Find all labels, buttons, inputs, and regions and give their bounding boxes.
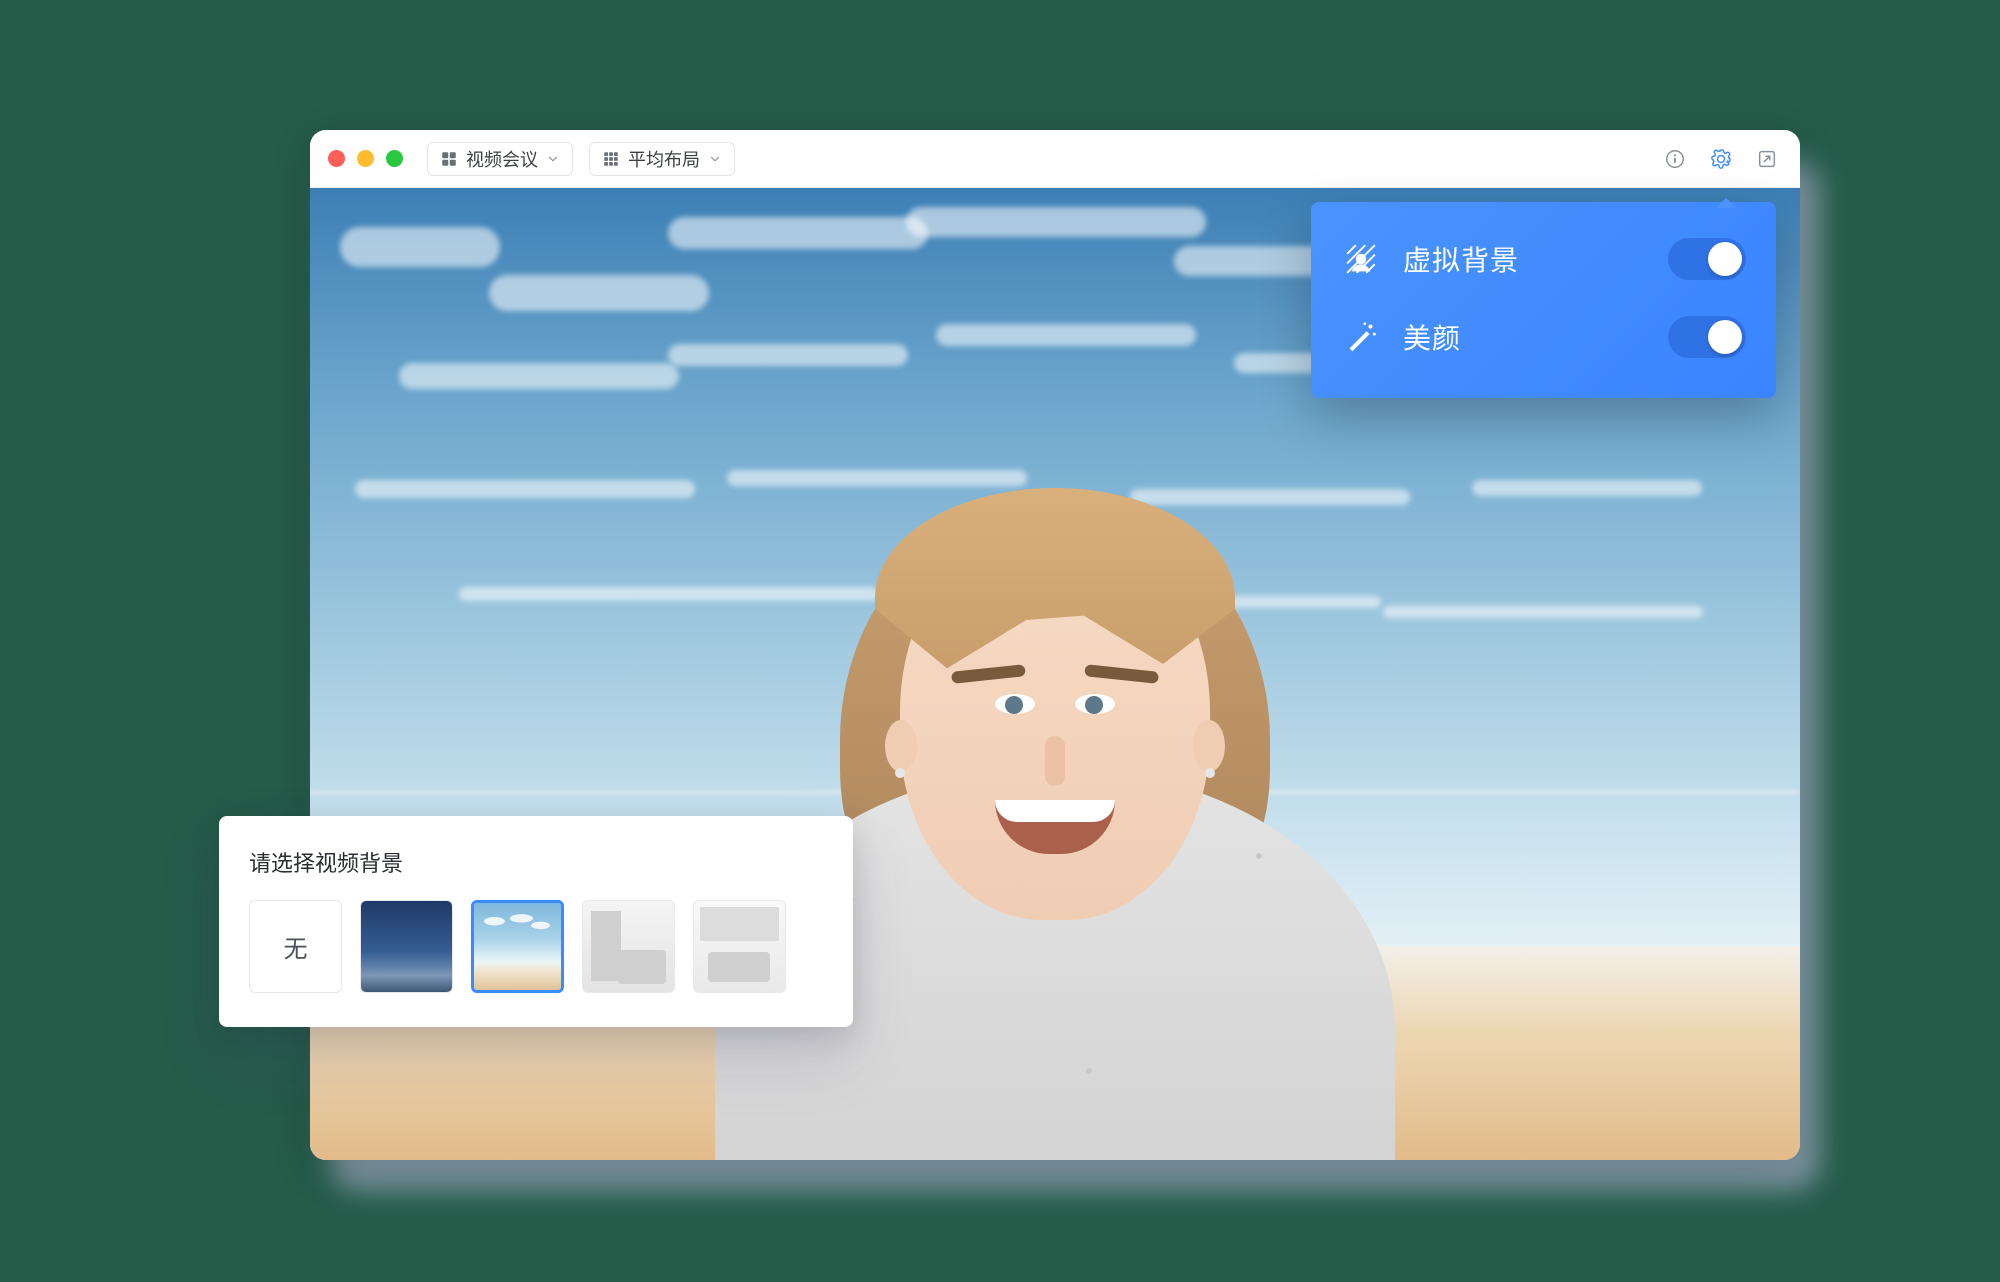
titlebar: 视频会议 平均布局 (310, 130, 1800, 188)
virtual-background-icon (1341, 239, 1381, 279)
zoom-window-button[interactable] (386, 150, 403, 167)
background-thumbs: 无 (249, 900, 823, 993)
virtual-background-row: 虚拟背景 (1341, 228, 1746, 290)
popout-icon (1756, 148, 1778, 170)
close-window-button[interactable] (328, 150, 345, 167)
grid-2x2-icon (440, 150, 458, 168)
info-icon (1664, 148, 1686, 170)
popout-button[interactable] (1752, 144, 1782, 174)
thumb-image (361, 901, 452, 992)
thumb-image (694, 901, 785, 992)
gear-icon (1710, 148, 1732, 170)
background-option-sky1[interactable] (360, 900, 453, 993)
beauty-row: 美颜 (1341, 306, 1746, 368)
layout-dropdown[interactable]: 平均布局 (589, 142, 735, 176)
background-option-none[interactable]: 无 (249, 900, 342, 993)
chevron-down-icon (546, 152, 560, 166)
layout-dropdown-label: 平均布局 (628, 146, 700, 172)
beauty-icon (1341, 317, 1381, 357)
chevron-down-icon (708, 152, 722, 166)
background-option-sky2[interactable] (471, 900, 564, 993)
window-controls (328, 150, 403, 167)
beauty-label: 美颜 (1403, 317, 1646, 357)
info-button[interactable] (1660, 144, 1690, 174)
grid-3x3-icon (602, 150, 620, 168)
mode-dropdown-label: 视频会议 (466, 146, 538, 172)
background-picker-title: 请选择视频背景 (249, 846, 823, 878)
background-option-room2[interactable] (693, 900, 786, 993)
thumb-image (474, 903, 561, 990)
mode-dropdown[interactable]: 视频会议 (427, 142, 573, 176)
beauty-toggle[interactable] (1668, 316, 1746, 358)
participant-video (695, 380, 1415, 1160)
virtual-background-label: 虚拟背景 (1403, 239, 1646, 279)
background-picker: 请选择视频背景 无 (219, 816, 853, 1027)
settings-button[interactable] (1706, 144, 1736, 174)
background-option-room1[interactable] (582, 900, 675, 993)
virtual-background-toggle[interactable] (1668, 238, 1746, 280)
thumb-image (583, 901, 674, 992)
background-none-label: 无 (284, 929, 308, 964)
minimize-window-button[interactable] (357, 150, 374, 167)
video-settings-popover: 虚拟背景 美颜 (1311, 202, 1776, 398)
